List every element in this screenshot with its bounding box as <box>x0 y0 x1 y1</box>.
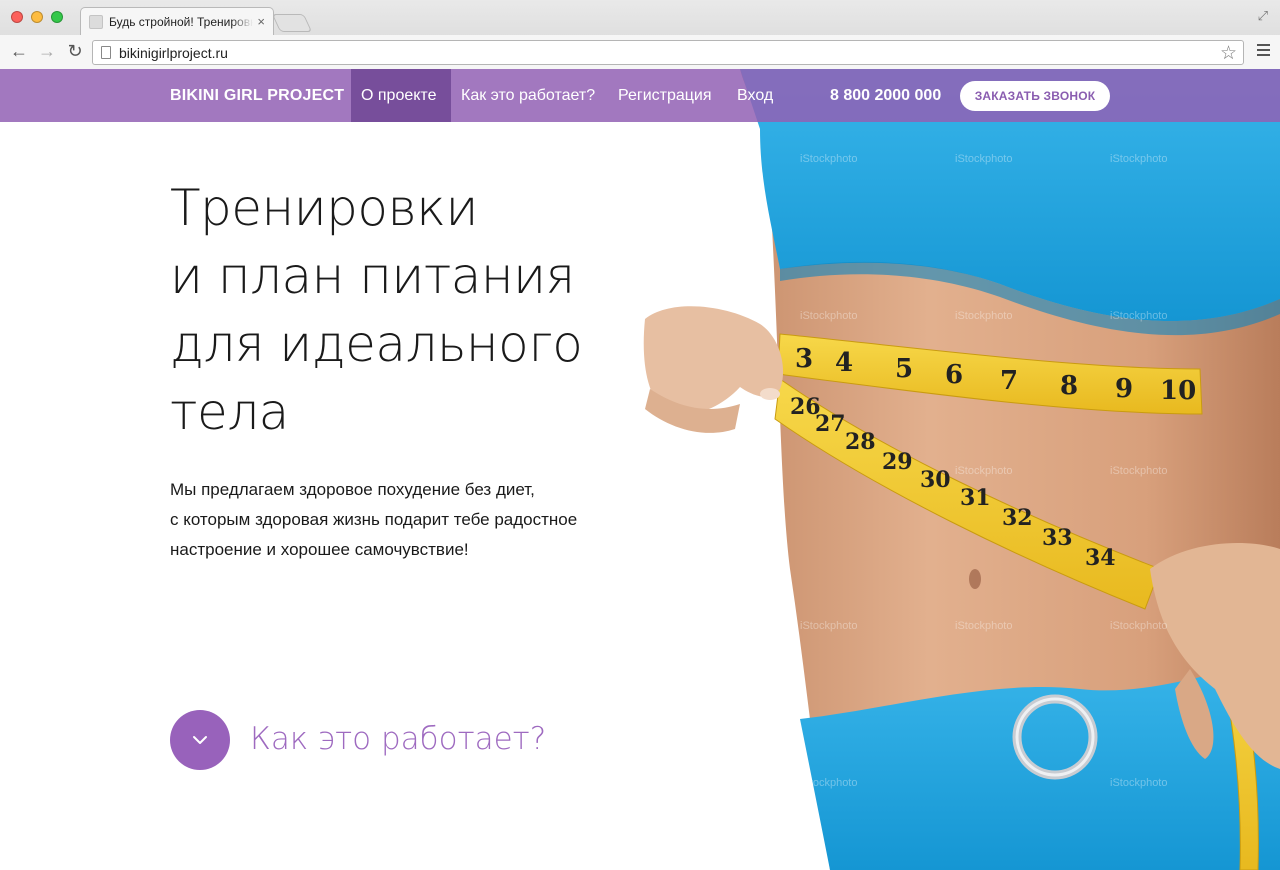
tape-number: 34 <box>1085 545 1116 571</box>
hero-image: 3 4 5 6 7 8 9 10 26 27 28 29 30 31 32 33… <box>640 69 1280 870</box>
fullscreen-icon[interactable]: ⤢ <box>1258 8 1268 24</box>
minimize-window-button[interactable] <box>31 11 43 23</box>
watermark-text: iStockphoto <box>955 620 1012 632</box>
tape-number: 4 <box>835 348 853 378</box>
phone-number[interactable]: 8 800 2000 000 <box>830 87 941 105</box>
description-line: с которым здоровая жизнь подарит тебе ра… <box>170 510 578 529</box>
watermark-text: iStockphoto <box>640 153 697 165</box>
nav-item-about[interactable]: О проекте <box>351 69 451 122</box>
watermark-text: iStockphoto <box>800 777 857 789</box>
watermark-text: iStockphoto <box>1110 310 1167 322</box>
chevron-down-icon <box>193 736 207 744</box>
watermark-text: iStockphoto <box>800 310 857 322</box>
headline-line: и план питания <box>170 247 575 305</box>
page-icon <box>101 46 111 59</box>
how-it-works-link[interactable]: Как это работает? <box>250 721 546 757</box>
tab-close-icon[interactable]: × <box>257 14 265 29</box>
scroll-down-button[interactable] <box>170 710 230 770</box>
description-line: Мы предлагаем здоровое похудение без дие… <box>170 480 535 499</box>
tape-number: 30 <box>920 467 951 493</box>
watermark-text: iStockphoto <box>800 153 857 165</box>
web-page: 3 4 5 6 7 8 9 10 26 27 28 29 30 31 32 33… <box>0 69 1280 870</box>
zoom-window-button[interactable] <box>51 11 63 23</box>
tape-number: 10 <box>1160 376 1196 406</box>
back-arrow-icon[interactable]: ← <box>8 41 30 62</box>
window-controls <box>11 11 63 23</box>
star-icon[interactable]: ☆ <box>1220 42 1237 65</box>
watermark-text: iStockphoto <box>1110 620 1167 632</box>
tab-title: Будь стройной! Тренировки <box>109 14 254 29</box>
close-window-button[interactable] <box>11 11 23 23</box>
browser-toolbar: ← → ↻ bikinigirlproject.ru ☆ <box>0 35 1280 69</box>
tape-number: 33 <box>1042 525 1073 551</box>
watermark-text: iStockphoto <box>1110 777 1167 789</box>
browser-tab[interactable]: Будь стройной! Тренировки × <box>80 7 274 35</box>
forward-arrow-icon[interactable]: → <box>36 41 58 62</box>
tape-number: 8 <box>1060 371 1078 401</box>
watermark-text: iStockphoto <box>1110 465 1167 477</box>
headline-line: для идеального <box>170 315 583 373</box>
tape-number: 9 <box>1115 374 1133 404</box>
browser-chrome: Будь стройной! Тренировки × ⤢ ← → ↻ biki… <box>0 0 1280 69</box>
tape-number: 28 <box>845 429 876 455</box>
address-bar[interactable]: bikinigirlproject.ru ☆ <box>92 40 1244 65</box>
nav-item-how-it-works[interactable]: Как это работает? <box>451 69 605 122</box>
url-text[interactable]: bikinigirlproject.ru <box>119 45 228 61</box>
tape-number: 32 <box>1002 505 1033 531</box>
favicon-icon <box>89 14 103 29</box>
headline-line: тела <box>170 383 289 441</box>
hero-headline: Тренировки и план питания для идеального… <box>170 174 650 446</box>
hero-description: Мы предлагаем здоровое похудение без дие… <box>170 475 640 565</box>
watermark-text: iStockphoto <box>1110 153 1167 165</box>
nav-item-registration[interactable]: Регистрация <box>608 69 722 122</box>
order-call-button[interactable]: ЗАКАЗАТЬ ЗВОНОК <box>960 81 1110 111</box>
watermark-text: iStockphoto <box>955 310 1012 322</box>
headline-line: Тренировки <box>170 179 478 237</box>
site-logo[interactable]: BIKINI GIRL PROJECT <box>170 87 344 105</box>
watermark-text: iStockphoto <box>955 465 1012 477</box>
description-line: настроение и хорошее самочувствие! <box>170 540 469 559</box>
site-header: BIKINI GIRL PROJECT О проекте Как это ра… <box>0 69 1280 122</box>
tape-number: 6 <box>945 360 963 390</box>
tape-number: 31 <box>960 485 991 511</box>
menu-icon[interactable] <box>1257 44 1270 59</box>
new-tab-button[interactable] <box>271 14 313 32</box>
watermark-text: iStockphoto <box>800 620 857 632</box>
tape-number: 29 <box>882 449 913 475</box>
watermark-text: iStockphoto <box>955 153 1012 165</box>
tape-number: 7 <box>1000 366 1018 396</box>
reload-icon[interactable]: ↻ <box>64 41 86 62</box>
tape-number: 3 <box>795 344 813 374</box>
tape-number: 27 <box>815 411 846 437</box>
tape-number: 5 <box>895 354 913 384</box>
nav-item-login[interactable]: Вход <box>727 69 783 122</box>
